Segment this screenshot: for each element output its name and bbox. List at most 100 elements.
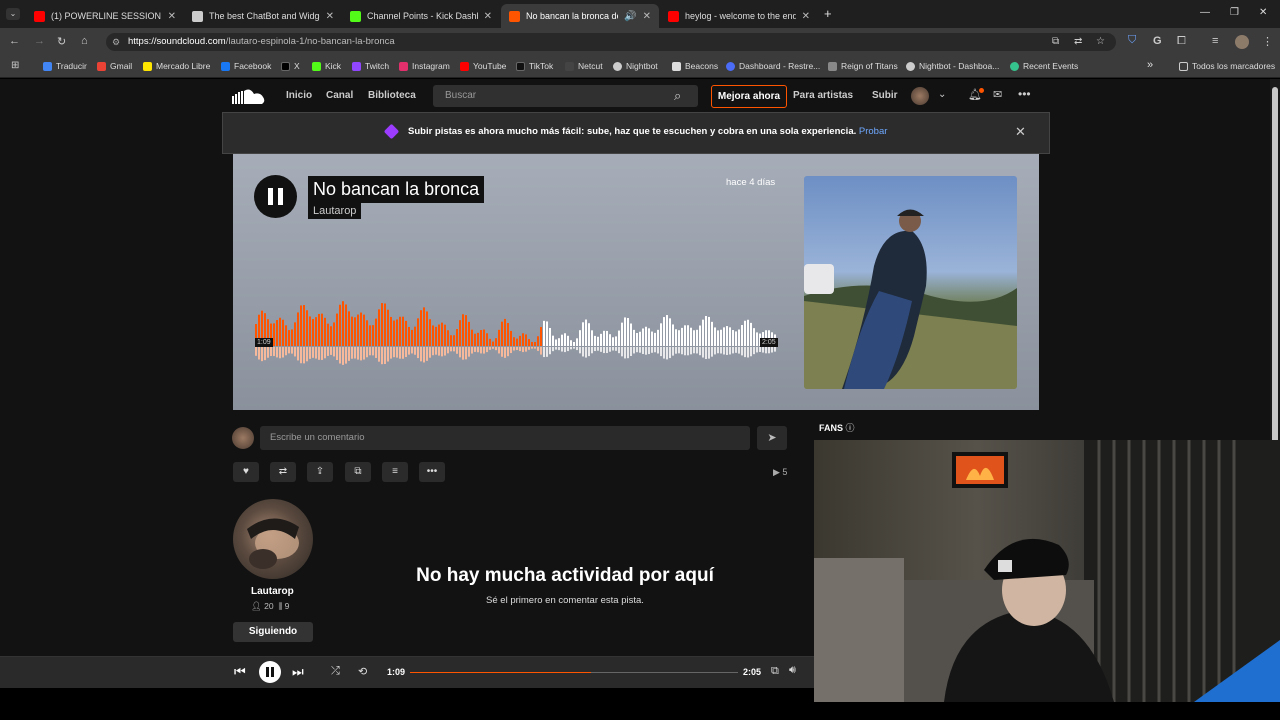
tab-search-icon[interactable]: ⌄ (6, 8, 20, 20)
new-tab-button[interactable]: + (824, 6, 832, 21)
waveform-reflection-bar (759, 347, 761, 352)
url-bar[interactable]: ⚙ https://soundcloud.com/lautaro-espinol… (106, 33, 1116, 51)
following-button[interactable]: Siguiendo (233, 622, 313, 642)
site-info-icon[interactable]: ⚙ (112, 33, 120, 51)
track-artwork[interactable] (804, 176, 1017, 389)
bookmark-facebook[interactable]: Facebook (221, 61, 271, 71)
previous-track-icon[interactable]: ⏮︎ (234, 664, 246, 680)
track-artist-link[interactable]: Lautarop (308, 203, 362, 219)
more-actions-button[interactable]: ••• (419, 462, 445, 482)
close-icon[interactable]: ✕ (168, 11, 176, 22)
bookmark-tiktok[interactable]: TikTok (516, 61, 553, 71)
cast-icon[interactable]: ⧉ (1052, 33, 1059, 51)
bookmark-gmail[interactable]: Gmail (97, 61, 132, 71)
chevron-down-icon[interactable]: ⌄ (938, 89, 946, 100)
waveform-bar (603, 330, 605, 346)
bookmark-youtube[interactable]: YouTube (460, 61, 506, 71)
tracks-count[interactable]: 9 (285, 601, 290, 611)
bookmark-instagram[interactable]: Instagram (399, 61, 450, 71)
profile-avatar[interactable] (1235, 35, 1249, 49)
bookmark-netcut[interactable]: Netcut (565, 61, 603, 71)
maximize-icon[interactable]: ❐ (1230, 7, 1239, 18)
artist-name-link[interactable]: Lautarop (251, 586, 294, 597)
picture-in-picture-icon[interactable]: ⧉ (771, 665, 779, 678)
upgrade-button[interactable]: Mejora ahora (711, 85, 787, 108)
bookmark-mercado-libre[interactable]: Mercado Libre (143, 61, 210, 71)
tab-chatbot[interactable]: The best ChatBot and Widgets ✕ (184, 4, 342, 28)
close-icon[interactable]: ✕ (802, 11, 810, 22)
apps-grid-icon[interactable]: ⊞ (11, 60, 19, 71)
bookmark-beacons[interactable]: Beacons (672, 61, 718, 71)
like-button[interactable]: ♥ (233, 462, 259, 482)
bookmark-x[interactable]: X (281, 61, 300, 71)
forward-icon[interactable]: → (34, 35, 45, 47)
bookmark-nightbot[interactable]: Nightbot (613, 61, 658, 71)
comment-input[interactable]: Escribe un comentario (260, 426, 750, 450)
search-icon[interactable]: ⌕ (674, 85, 681, 107)
tab-youtube-heylog[interactable]: heylog - welcome to the end ft. ✕ (660, 4, 818, 28)
window-close-icon[interactable]: ✕ (1259, 7, 1267, 18)
close-icon[interactable]: ✕ (484, 11, 492, 22)
waveform[interactable] (255, 300, 777, 370)
bookmark-reign-of-titans[interactable]: Reign of Titans (828, 61, 898, 71)
for-artists-link[interactable]: Para artistas (793, 90, 853, 101)
nightbot-icon (906, 61, 915, 71)
send-comment-icon[interactable]: ➤ (757, 426, 787, 450)
repost-button[interactable]: ⇄ (270, 462, 296, 482)
more-options-icon[interactable]: ••• (1018, 87, 1031, 101)
back-icon[interactable]: ← (9, 35, 20, 47)
bookmark-traducir[interactable]: Traducir (43, 61, 87, 71)
bookmark-restream[interactable]: Dashboard - Restre... (726, 61, 820, 71)
waveform-bar (729, 327, 731, 346)
messages-envelope-icon[interactable]: ✉ (993, 88, 1002, 101)
minimize-icon[interactable]: — (1200, 7, 1210, 18)
followers-count[interactable]: 20 (264, 601, 273, 611)
user-avatar[interactable] (911, 87, 929, 105)
repeat-icon[interactable]: ⟲ (358, 665, 367, 678)
extensions-icon[interactable]: ⧠ (1177, 35, 1186, 48)
waveform-bar (435, 326, 437, 346)
upload-link[interactable]: Subir (872, 90, 898, 101)
nav-library[interactable]: Biblioteca (368, 90, 416, 101)
banner-close-icon[interactable]: ✕ (1015, 124, 1026, 140)
bookmark-twitch[interactable]: Twitch (352, 61, 389, 71)
player-pause-button[interactable] (259, 661, 281, 683)
close-icon[interactable]: ✕ (643, 11, 651, 22)
tab-kick-dashboard[interactable]: Channel Points - Kick Dashboard ✕ (342, 4, 500, 28)
next-track-icon[interactable]: ⏭︎ (292, 664, 304, 680)
search-input[interactable]: Buscar ⌕ (433, 85, 698, 107)
close-icon[interactable]: ✕ (326, 11, 334, 22)
waveform-bar (582, 322, 584, 346)
player-progress-bar[interactable] (410, 672, 738, 673)
bookmark-nightbot-dashboard[interactable]: Nightbot - Dashboa... (906, 61, 999, 71)
more-bookmarks-button[interactable]: » (1147, 59, 1153, 71)
banner-try-link[interactable]: Probar (859, 126, 888, 137)
artist-avatar[interactable] (233, 499, 313, 579)
bookmark-star-icon[interactable]: ☆ (1096, 33, 1105, 51)
menu-kebab-icon[interactable]: ⋮ (1262, 35, 1273, 48)
speaker-icon[interactable]: 🔊 (624, 11, 636, 22)
shield-extension-icon[interactable]: ⛉ (1128, 34, 1136, 47)
translate-icon[interactable]: ⇄ (1074, 33, 1082, 51)
copy-link-button[interactable]: ⧉ (345, 462, 371, 482)
bookmark-recent-events[interactable]: Recent Events (1010, 61, 1078, 71)
reload-icon[interactable]: ↻ (57, 35, 66, 48)
waveform-reflection-bar (702, 347, 704, 358)
media-controls-icon[interactable]: ≡ (1212, 35, 1218, 47)
tab-youtube-powerline[interactable]: (1) POWERLINE SESSION Vol. 6 ✕ (26, 4, 184, 28)
scrollbar-thumb[interactable] (1272, 87, 1278, 447)
home-icon[interactable]: ⌂ (81, 35, 88, 47)
track-pause-button[interactable] (254, 175, 297, 218)
add-to-playlist-button[interactable]: ≡ (382, 462, 408, 482)
nav-home[interactable]: Inicio (286, 90, 312, 101)
soundcloud-logo[interactable] (232, 88, 266, 104)
bookmark-kick[interactable]: Kick (312, 61, 341, 71)
nav-feed[interactable]: Canal (326, 90, 353, 101)
share-button[interactable]: ⇪ (307, 462, 333, 482)
tab-soundcloud-track[interactable]: No bancan la bronca de Lautarop 🔊 ✕ (501, 4, 659, 28)
volume-icon[interactable]: 🔊︎ (789, 664, 796, 677)
info-icon[interactable]: ⓘ (846, 423, 855, 433)
all-bookmarks-folder[interactable]: Todos los marcadores (1179, 61, 1275, 71)
shuffle-icon[interactable]: ⤮ (331, 665, 340, 678)
grammar-extension-icon[interactable]: G (1153, 35, 1162, 47)
